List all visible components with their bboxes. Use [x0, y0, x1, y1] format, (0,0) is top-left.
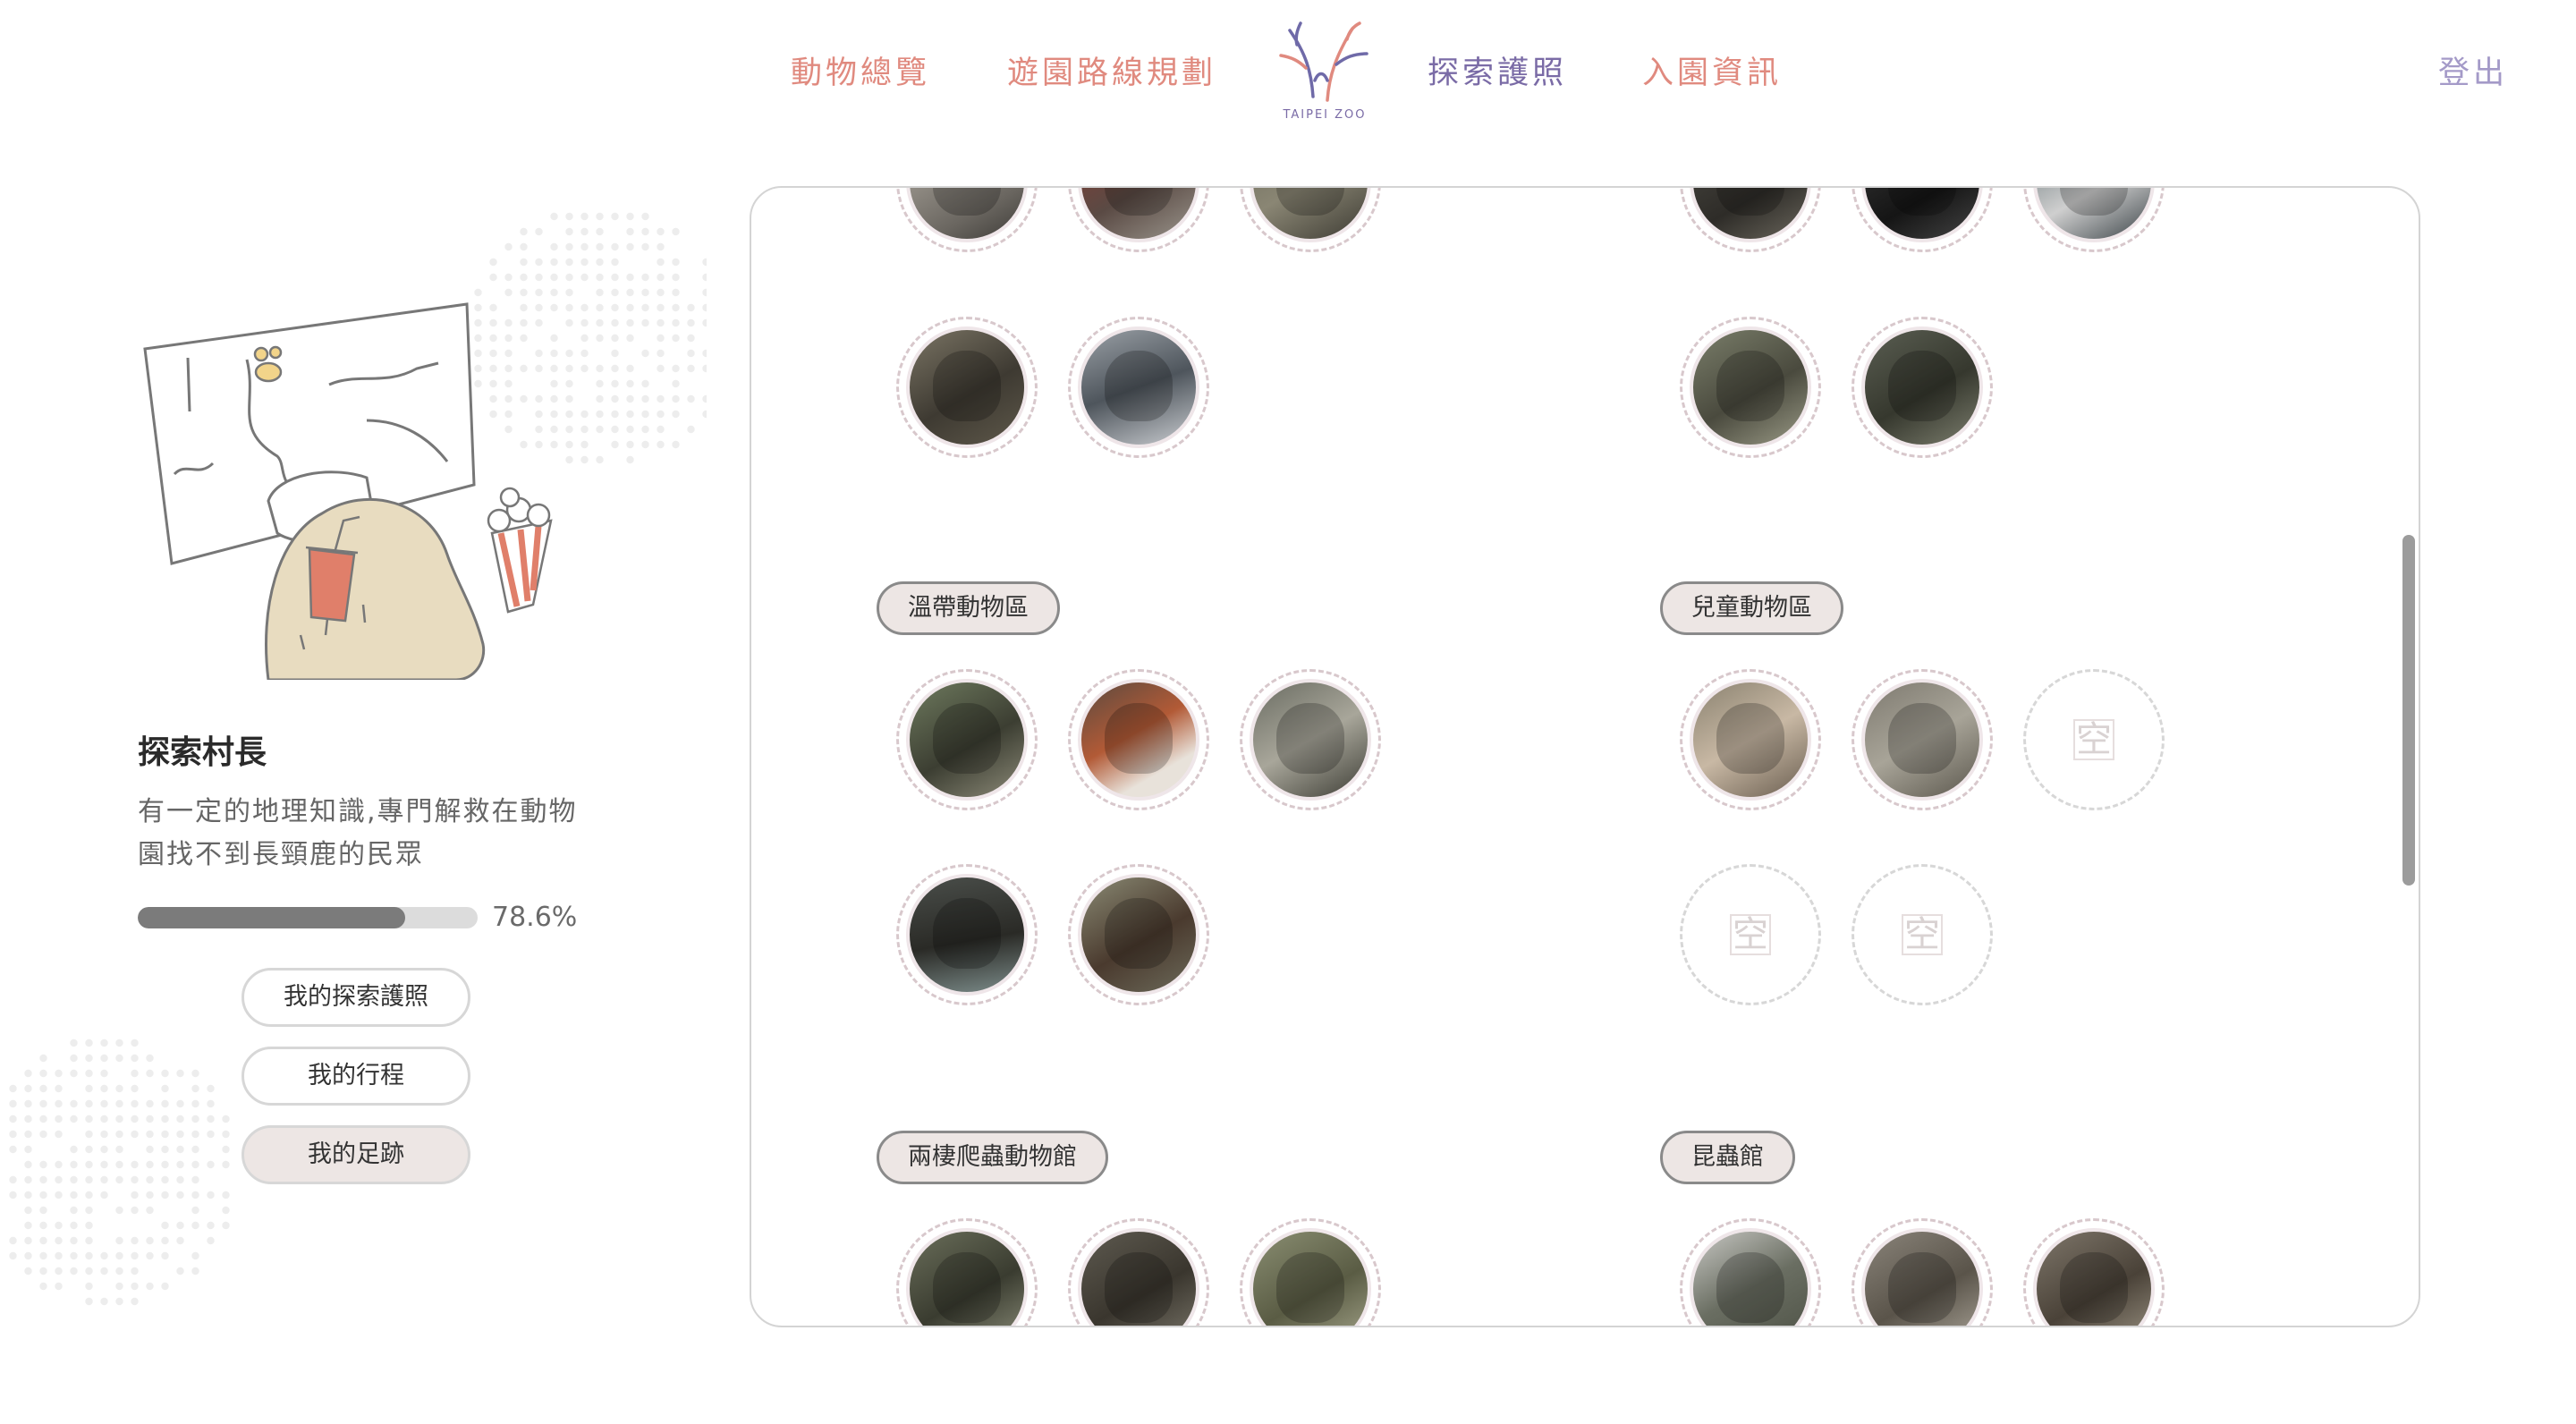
animal-badge-otter[interactable] [896, 669, 1038, 810]
animal-badge[interactable] [2023, 186, 2165, 252]
area-label: 昆蟲館 [1660, 1131, 1795, 1184]
progress-fill [138, 907, 405, 928]
animal-badge-beaver[interactable] [896, 864, 1038, 1005]
area-label: 兩棲爬蟲動物館 [877, 1131, 1108, 1184]
rank-title: 探索村長 [138, 726, 267, 773]
empty-slot-label: 空 [1902, 914, 1943, 955]
nav-route-planning[interactable]: 遊園路線規劃 [1007, 50, 1216, 97]
animal-badge-scorpion[interactable] [2023, 1218, 2165, 1327]
animal-badge-brown-bear[interactable] [1068, 864, 1209, 1005]
empty-badge-slot: 空 [1852, 864, 1993, 1005]
panel-scrollbar[interactable] [2402, 535, 2415, 886]
animal-badge-frog[interactable] [896, 1218, 1038, 1327]
exploration-progress-bar [138, 907, 478, 928]
explorer-illustration [134, 286, 599, 680]
animal-badge[interactable] [1240, 186, 1381, 252]
empty-badge-slot: 空 [2023, 669, 2165, 810]
my-passport-button[interactable]: 我的探索護照 [242, 968, 470, 1027]
animal-badge[interactable] [1068, 186, 1209, 252]
animal-badge-toad[interactable] [1068, 1218, 1209, 1327]
animal-badge[interactable] [1852, 186, 1993, 252]
animal-badge[interactable] [1680, 186, 1821, 252]
decorative-dots [0, 1038, 233, 1306]
rank-description: 有一定的地理知識,專門解救在動物園找不到長頸鹿的民眾 [138, 791, 585, 877]
animal-badge-pony[interactable] [1680, 669, 1821, 810]
animal-badge-lizard[interactable] [1852, 1218, 1993, 1327]
taipei-zoo-logo[interactable]: TAIPEI ZOO [1270, 18, 1379, 123]
animal-badge[interactable] [896, 186, 1038, 252]
my-trip-button[interactable]: 我的行程 [242, 1047, 470, 1106]
svg-text:TAIPEI ZOO: TAIPEI ZOO [1282, 108, 1366, 122]
nav-visitor-info[interactable]: 入園資訊 [1642, 50, 1782, 97]
animal-badge[interactable] [896, 317, 1038, 458]
animal-badge[interactable] [1068, 317, 1209, 458]
animal-badge-frog[interactable] [1240, 1218, 1381, 1327]
animal-badge-leaf-insect[interactable] [1680, 1218, 1821, 1327]
empty-badge-slot: 空 [1680, 864, 1821, 1005]
my-footprint-button[interactable]: 我的足跡 [242, 1125, 470, 1184]
area-label: 兒童動物區 [1660, 581, 1843, 635]
nav-animal-overview[interactable]: 動物總覽 [791, 50, 930, 97]
animal-badge[interactable] [1680, 317, 1821, 458]
passport-page: 動物總覽 遊園路線規劃 TAIPEI ZOO 探索護照 入園資訊 登出 探索村長… [0, 0, 2576, 1424]
animal-badge[interactable] [1852, 317, 1993, 458]
area-label: 溫帶動物區 [877, 581, 1060, 635]
animal-badge-lynx[interactable] [1240, 669, 1381, 810]
passport-collection-panel: 溫帶動物區 兒童動物區 空 空 空 兩棲爬蟲動物館 昆蟲館 [750, 186, 2420, 1327]
nav-exploration-passport[interactable]: 探索護照 [1428, 50, 1567, 97]
logout-link[interactable]: 登出 [2438, 50, 2508, 97]
animal-badge-chinchilla[interactable] [1852, 669, 1993, 810]
empty-slot-label: 空 [1730, 914, 1771, 955]
empty-slot-label: 空 [2073, 719, 2114, 760]
progress-percentage: 78.6% [492, 902, 577, 933]
animal-badge-red-panda[interactable] [1068, 669, 1209, 810]
